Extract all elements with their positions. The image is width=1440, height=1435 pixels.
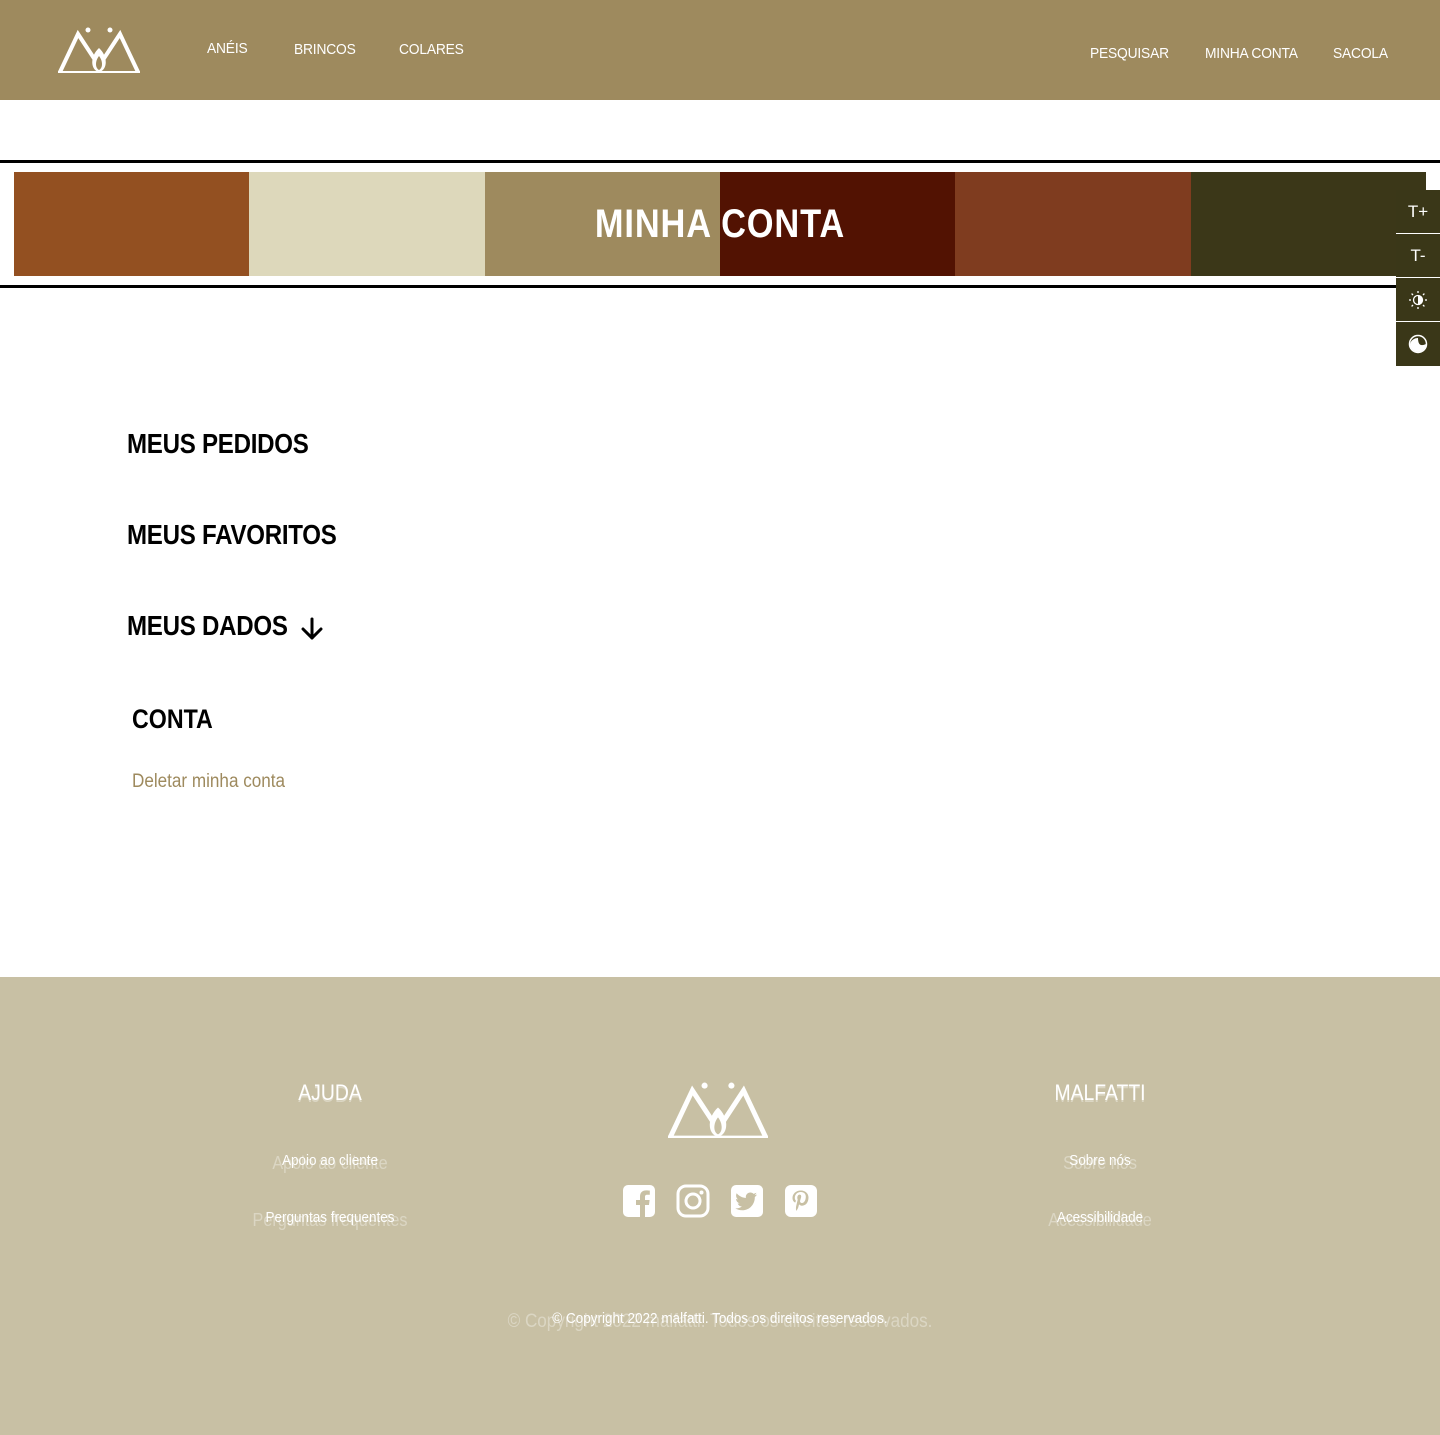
copyright-text: © Copyright 2022 malfatti. Todos os dire… xyxy=(552,1310,888,1327)
nav-colares[interactable]: COLARES xyxy=(399,41,464,58)
pinterest-icon[interactable] xyxy=(784,1184,818,1218)
dark-mode-icon xyxy=(1408,334,1428,354)
footer-logo-icon[interactable] xyxy=(668,1080,768,1140)
nav-pesquisar[interactable]: PESQUISAR xyxy=(1090,45,1169,62)
decrease-font-label: T- xyxy=(1410,245,1426,265)
nav-minha-conta[interactable]: MINHA CONTA xyxy=(1205,45,1298,62)
facebook-icon[interactable] xyxy=(622,1184,656,1218)
contrast-sun-icon xyxy=(1409,290,1427,309)
page-title: MINHA CONTA xyxy=(594,202,846,246)
instagram-icon[interactable] xyxy=(676,1184,710,1218)
banner-bottom-border xyxy=(0,285,1440,288)
my-data-toggle[interactable]: MEUS DADOS xyxy=(127,610,288,642)
site-header: ANÉIS BRINCOS COLARES PESQUISAR MINHA CO… xyxy=(0,0,1440,100)
high-contrast-button[interactable] xyxy=(1396,278,1440,322)
footer-brand-title: MALFATTI xyxy=(1054,1080,1146,1105)
increase-font-label: T+ xyxy=(1407,201,1429,221)
my-orders-link[interactable]: MEUS PEDIDOS xyxy=(127,428,309,460)
footer-accessibility-link[interactable]: Acessibilidade xyxy=(965,1209,1235,1226)
nav-brincos[interactable]: BRINCOS xyxy=(294,41,356,58)
decrease-font-button[interactable]: T- xyxy=(1396,234,1440,278)
twitter-icon[interactable] xyxy=(730,1184,764,1218)
malfatti-logo-icon[interactable] xyxy=(58,26,140,74)
accessibility-toolbar: T+ T- xyxy=(1396,190,1440,366)
banner-top-border xyxy=(0,160,1440,163)
site-footer: AJUDA AJUDA Apoio ao cliente Apoio ao cl… xyxy=(0,977,1440,1435)
footer-support-link[interactable]: Apoio ao cliente xyxy=(195,1152,465,1169)
account-section-title: CONTA xyxy=(132,704,213,734)
nav-sacola[interactable]: SACOLA xyxy=(1333,45,1388,62)
delete-account-link[interactable]: Deletar minha conta xyxy=(132,771,285,793)
footer-about-link[interactable]: Sobre nós xyxy=(965,1152,1235,1169)
footer-help-title: AJUDA xyxy=(298,1080,362,1105)
my-favorites-link[interactable]: MEUS FAVORITOS xyxy=(127,519,337,551)
nav-aneis[interactable]: ANÉIS xyxy=(207,40,248,57)
footer-faq-link[interactable]: Perguntas frequentes xyxy=(195,1209,465,1226)
increase-font-button[interactable]: T+ xyxy=(1396,190,1440,234)
arrow-down-icon[interactable] xyxy=(298,615,326,643)
dark-mode-button[interactable] xyxy=(1396,322,1440,366)
